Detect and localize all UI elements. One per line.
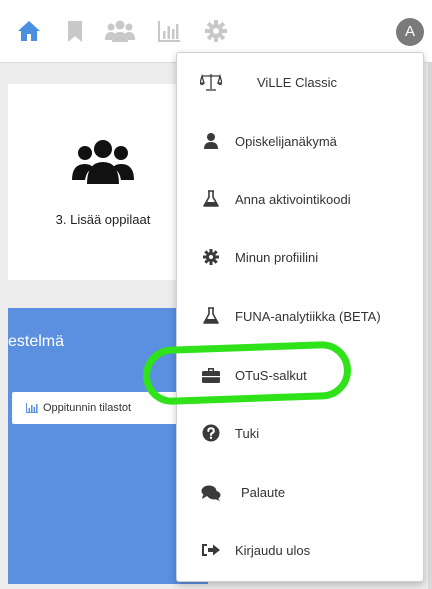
menu-item-funa-analytics[interactable]: FUNA-analytiikka (BETA) — [177, 296, 423, 336]
add-students-card[interactable]: 3. Lisää oppilaat — [8, 84, 198, 280]
bookmark-icon[interactable] — [62, 18, 88, 44]
menu-item-label: Palaute — [241, 484, 286, 500]
menu-item-my-profile[interactable]: Minun profiilini — [177, 237, 423, 277]
panel-title: estelmä — [8, 333, 65, 350]
briefcase-icon — [201, 366, 221, 384]
question-icon — [202, 424, 220, 442]
scrollbar[interactable] — [428, 62, 432, 589]
menu-item-label: Minun profiilini — [235, 249, 319, 265]
menu-item-activation-code[interactable]: Anna aktivointikoodi — [177, 179, 423, 219]
user-icon — [202, 132, 220, 150]
user-dropdown-menu: ViLLE Classic Opiskelijanäkymä Anna akti… — [176, 52, 424, 582]
flask-icon — [202, 307, 220, 325]
users-icon[interactable] — [104, 18, 136, 44]
menu-item-ville-classic[interactable]: ViLLE Classic — [177, 62, 423, 102]
menu-item-label: OTuS-salkut — [235, 367, 307, 383]
sign-out-icon — [201, 541, 221, 559]
lesson-stats-button[interactable]: Oppitunnin tilastot — [12, 392, 184, 424]
menu-item-otus-portfolios[interactable]: OTuS-salkut — [177, 355, 423, 395]
gear-icon[interactable] — [203, 18, 229, 44]
menu-item-student-view[interactable]: Opiskelijanäkymä — [177, 121, 423, 161]
chart-icon — [26, 403, 38, 413]
menu-item-label: ViLLE Classic — [257, 74, 337, 90]
menu-item-label: Kirjaudu ulos — [235, 542, 311, 558]
gear-icon — [202, 248, 220, 266]
card-label: 3. Lisää oppilaat — [55, 212, 151, 227]
menu-item-label: Tuki — [235, 425, 260, 441]
home-icon[interactable] — [16, 18, 42, 44]
chart-icon[interactable] — [156, 18, 182, 44]
comments-icon — [201, 484, 221, 502]
users-icon — [72, 138, 134, 184]
menu-item-label: FUNA-analytiikka (BETA) — [235, 308, 381, 324]
menu-item-log-out[interactable]: Kirjaudu ulos — [177, 530, 423, 570]
avatar[interactable]: A — [396, 18, 424, 46]
menu-item-feedback[interactable]: Palaute — [177, 472, 423, 512]
menu-item-label: Anna aktivointikoodi — [235, 191, 351, 207]
scale-icon — [200, 73, 222, 91]
menu-item-support[interactable]: Tuki — [177, 413, 423, 453]
lesson-stats-label: Oppitunnin tilastot — [43, 402, 132, 414]
flask-icon — [202, 190, 220, 208]
menu-item-label: Opiskelijanäkymä — [235, 133, 337, 149]
